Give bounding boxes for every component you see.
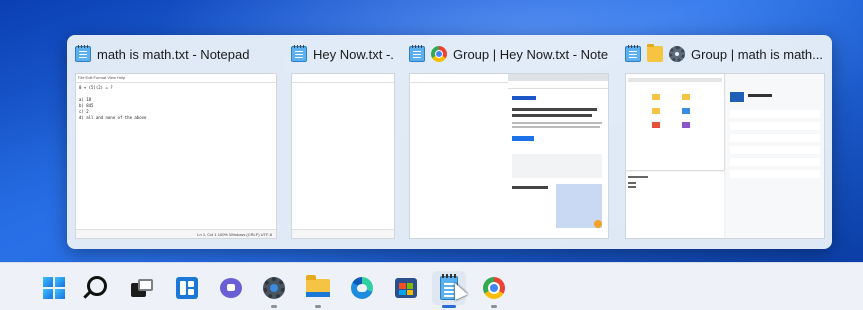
taskbar-task-view-button[interactable] bbox=[125, 271, 159, 305]
notepad-text-line bbox=[628, 186, 636, 188]
taskbar-settings-button[interactable] bbox=[257, 271, 291, 308]
settings-device-name bbox=[748, 94, 772, 97]
preview-card-notepad-math[interactable]: math is math.txt - Notepad File Edit For… bbox=[75, 35, 277, 249]
article-headline-line bbox=[512, 114, 592, 117]
windows-logo-icon bbox=[43, 277, 65, 299]
preview-card-title: math is math.txt - Notepad bbox=[97, 46, 250, 62]
preview-card-header: Hey Now.txt -... bbox=[291, 43, 395, 65]
notepad-icon bbox=[291, 45, 307, 62]
settings-hero-image bbox=[730, 92, 744, 102]
site-logo bbox=[512, 96, 536, 100]
preview-thumbnail[interactable] bbox=[625, 73, 825, 239]
notepad-text-line bbox=[628, 176, 648, 178]
preview-card-header: math is math.txt - Notepad bbox=[75, 43, 277, 65]
settings-row bbox=[730, 134, 820, 142]
notepad-menu-bar bbox=[410, 74, 510, 83]
browser-tab-strip bbox=[508, 74, 608, 81]
folder-thumb bbox=[652, 122, 660, 128]
chat-bubble bbox=[594, 220, 602, 228]
preview-thumbnail[interactable]: File Edit Format View Help 8 + (5)(2) = … bbox=[75, 73, 277, 239]
taskbar-edge-button[interactable] bbox=[345, 271, 379, 305]
search-icon bbox=[87, 276, 107, 296]
settings-row bbox=[730, 170, 820, 178]
section-heading bbox=[512, 186, 548, 189]
article-text-line bbox=[512, 122, 602, 124]
preview-card-group-heynow[interactable]: Group | Hey Now.txt - Note... bbox=[409, 35, 609, 249]
chrome-icon bbox=[431, 46, 447, 62]
preview-card-title: Group | math is math... bbox=[691, 46, 823, 62]
running-indicator bbox=[271, 305, 277, 308]
folder-thumb bbox=[682, 108, 690, 114]
settings-pane bbox=[726, 74, 824, 238]
notepad-text-line bbox=[628, 182, 636, 184]
chat-icon bbox=[220, 278, 242, 298]
notepad-status-bar bbox=[292, 229, 394, 238]
taskbar-store-button[interactable] bbox=[389, 271, 423, 305]
folder-thumb bbox=[652, 108, 660, 114]
taskbar-preview-flyout: math is math.txt - Notepad File Edit For… bbox=[67, 35, 832, 249]
taskbar-file-explorer-button[interactable] bbox=[301, 271, 335, 308]
taskbar bbox=[0, 262, 863, 310]
taskbar-start-button[interactable] bbox=[37, 271, 71, 305]
folder-thumb bbox=[652, 94, 660, 100]
task-view-icon bbox=[131, 279, 153, 297]
stats-block bbox=[512, 154, 602, 178]
taskbar-search-button[interactable] bbox=[82, 271, 116, 305]
preview-card-title: Hey Now.txt -... bbox=[313, 46, 395, 62]
chrome-icon bbox=[483, 277, 505, 299]
notepad-text-area: 8 + (5)(2) = ? a) 18 b) 845 c) 2 d) all and… bbox=[79, 85, 147, 120]
notepad-pane bbox=[626, 172, 724, 238]
taskbar-chrome-button[interactable] bbox=[477, 271, 511, 308]
notepad-icon bbox=[625, 45, 641, 62]
running-indicator bbox=[315, 305, 321, 308]
store-icon bbox=[395, 278, 417, 298]
file-explorer-icon bbox=[647, 44, 663, 62]
folder-thumb bbox=[682, 94, 690, 100]
article-headline bbox=[512, 108, 597, 111]
explorer-toolbar bbox=[628, 78, 722, 82]
preview-thumbnail[interactable] bbox=[291, 73, 395, 239]
article-text-line bbox=[512, 126, 600, 128]
notepad-menu-bar: File Edit Format View Help bbox=[76, 74, 276, 83]
taskbar-chat-button[interactable] bbox=[214, 271, 248, 305]
preview-card-header: Group | math is math... bbox=[625, 43, 825, 65]
settings-row bbox=[730, 110, 820, 118]
taskbar-widgets-button[interactable] bbox=[170, 271, 204, 305]
running-indicator bbox=[491, 305, 497, 308]
preview-card-group-math[interactable]: Group | math is math... bbox=[625, 35, 825, 249]
file-explorer-icon bbox=[306, 275, 330, 297]
settings-row bbox=[730, 122, 820, 130]
widgets-icon bbox=[176, 277, 198, 299]
browser-pane bbox=[508, 74, 608, 238]
preview-card-title: Group | Hey Now.txt - Note... bbox=[453, 46, 609, 62]
preview-thumbnail[interactable] bbox=[409, 73, 609, 239]
notepad-status-bar: Ln 1, Col 1 100% Windows (CRLF) UTF-8 bbox=[76, 229, 276, 238]
notepad-pane bbox=[410, 96, 509, 238]
preview-card-header: Group | Hey Now.txt - Note... bbox=[409, 43, 609, 65]
folder-thumb bbox=[682, 122, 690, 128]
settings-row bbox=[730, 146, 820, 154]
notepad-icon bbox=[409, 45, 425, 62]
settings-row bbox=[730, 158, 820, 166]
notepad-icon bbox=[75, 45, 91, 62]
browser-address-bar bbox=[508, 81, 608, 89]
active-indicator bbox=[442, 305, 456, 308]
preview-card-notepad-heynow[interactable]: Hey Now.txt -... bbox=[291, 35, 395, 249]
edge-icon bbox=[351, 277, 373, 299]
settings-icon bbox=[669, 46, 685, 62]
settings-icon bbox=[263, 277, 285, 299]
cta-button bbox=[512, 136, 534, 141]
file-explorer-pane bbox=[626, 74, 725, 171]
notepad-menu-bar bbox=[292, 74, 394, 83]
